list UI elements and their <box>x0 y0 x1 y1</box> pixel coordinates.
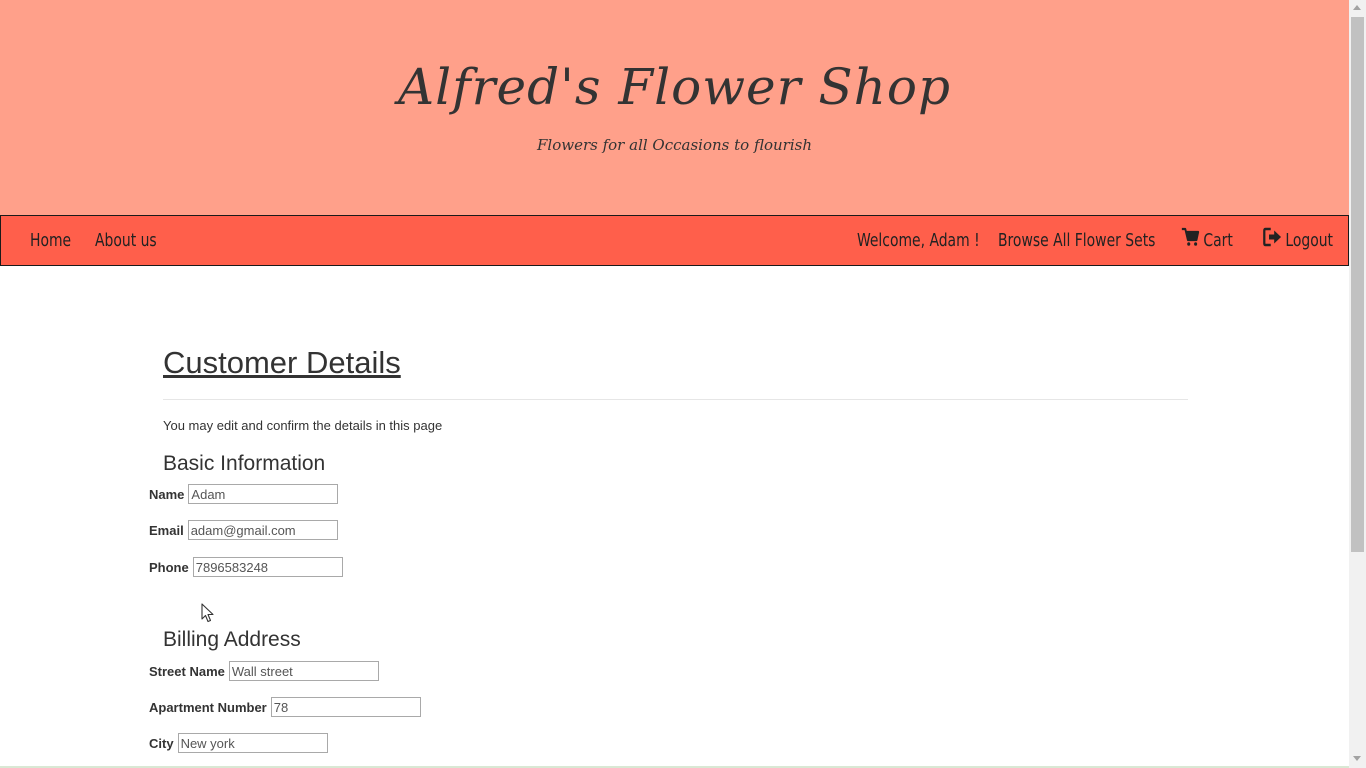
nav-welcome-link[interactable]: Welcome, Adam ! <box>857 216 980 265</box>
mouse-pointer-icon <box>201 603 214 623</box>
nav-browse-link[interactable]: Browse All Flower Sets <box>998 216 1155 265</box>
vertical-scrollbar[interactable] <box>1349 0 1366 768</box>
nav-logout-link[interactable]: Logout <box>1263 216 1333 265</box>
scroll-up-icon[interactable] <box>1353 5 1361 10</box>
site-header: Alfred's Flower Shop Flowers for all Occ… <box>0 0 1349 215</box>
street-name-field[interactable] <box>228 661 379 681</box>
intro-text: You may edit and confirm the details in … <box>163 418 443 433</box>
cart-label: Cart <box>1203 230 1233 251</box>
cart-icon <box>1181 217 1200 266</box>
apartment-row: Apartment Number <box>149 696 421 718</box>
name-field[interactable] <box>188 484 339 504</box>
phone-row: Phone <box>149 556 343 578</box>
city-row: City <box>149 732 328 754</box>
email-row: Email <box>149 519 338 541</box>
apartment-label: Apartment Number <box>149 699 267 715</box>
street-label: Street Name <box>149 663 225 679</box>
scrollbar-thumb[interactable] <box>1351 17 1364 552</box>
scroll-down-icon[interactable] <box>1353 756 1361 761</box>
nav-about-link[interactable]: About us <box>95 216 157 265</box>
nav-home-link[interactable]: Home <box>30 216 71 265</box>
name-label: Name <box>149 486 185 502</box>
city-label: City <box>149 735 174 751</box>
billing-address-heading: Billing Address <box>163 628 301 651</box>
phone-label: Phone <box>149 559 189 575</box>
phone-field[interactable] <box>192 557 343 577</box>
name-row: Name <box>149 483 339 505</box>
logout-label: Logout <box>1285 230 1334 251</box>
city-field[interactable] <box>177 733 328 753</box>
logout-icon <box>1263 217 1282 266</box>
street-row: Street Name <box>149 660 379 682</box>
apartment-number-field[interactable] <box>270 697 421 717</box>
basic-info-heading: Basic Information <box>163 452 326 475</box>
nav-cart-link[interactable]: Cart <box>1181 216 1233 265</box>
page-title: Customer Details <box>163 345 401 380</box>
divider <box>163 399 1188 400</box>
site-title: Alfred's Flower Shop <box>398 58 951 116</box>
site-tagline: Flowers for all Occasions to flourish <box>537 136 812 154</box>
email-field[interactable] <box>187 520 338 540</box>
email-label: Email <box>149 522 184 538</box>
page: Alfred's Flower Shop Flowers for all Occ… <box>0 0 1349 768</box>
navbar: Home About us Welcome, Adam ! Browse All… <box>0 215 1349 266</box>
